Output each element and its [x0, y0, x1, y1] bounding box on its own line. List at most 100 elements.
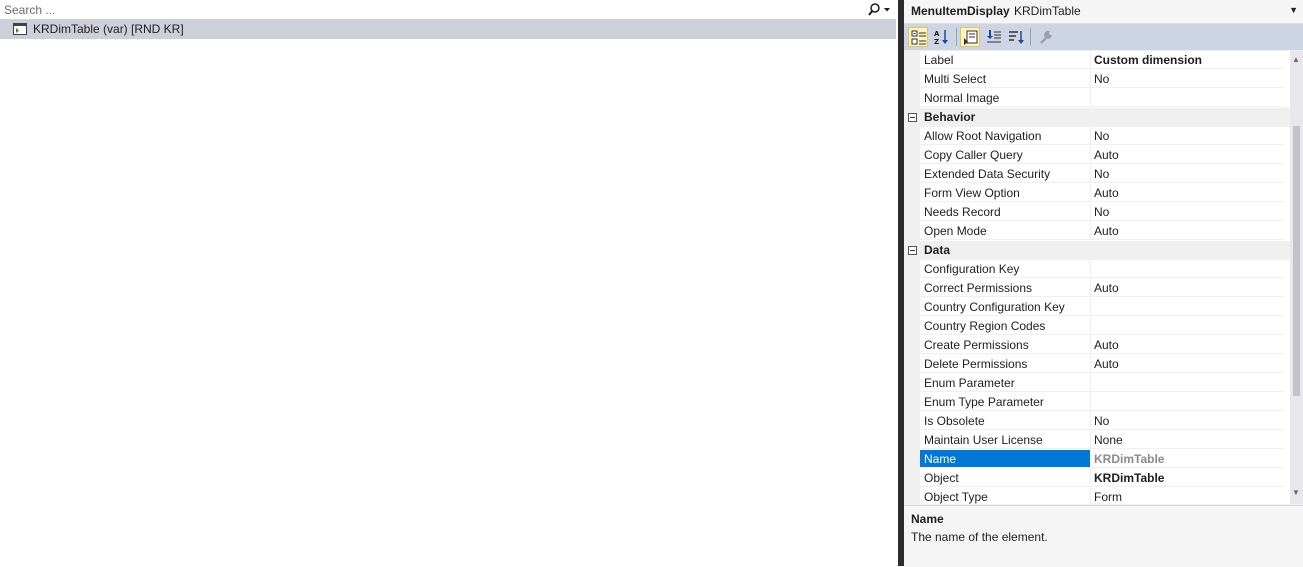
property-value[interactable]: No — [1091, 412, 1284, 430]
svg-text:Z: Z — [934, 38, 939, 45]
property-row-object-type[interactable]: Object Type Form — [904, 488, 1290, 504]
property-row-delete-permissions[interactable]: Delete Permissions Auto — [904, 355, 1290, 374]
property-value[interactable]: No — [1091, 165, 1284, 183]
svg-text:A: A — [934, 30, 940, 38]
property-value[interactable]: Custom dimension — [1091, 51, 1284, 69]
property-value[interactable]: Auto — [1091, 355, 1284, 373]
property-name[interactable]: Enum Parameter — [920, 374, 1091, 392]
property-row-create-permissions[interactable]: Create Permissions Auto — [904, 336, 1290, 355]
property-value[interactable] — [1091, 393, 1284, 411]
row-margin — [904, 89, 920, 108]
tree-item-krdimtable[interactable]: KRDimTable (var) [RND KR] — [0, 20, 896, 39]
property-name[interactable]: Form View Option — [920, 184, 1091, 202]
property-name[interactable]: Extended Data Security — [920, 165, 1091, 183]
property-row-allow-root-navigation[interactable]: Allow Root Navigation No — [904, 127, 1290, 146]
property-name[interactable]: Open Mode — [920, 222, 1091, 240]
property-row-enum-type-parameter[interactable]: Enum Type Parameter — [904, 393, 1290, 412]
property-row-enum-parameter[interactable]: Enum Parameter — [904, 374, 1290, 393]
property-value[interactable]: No — [1091, 70, 1284, 88]
property-row-needs-record[interactable]: Needs Record No — [904, 203, 1290, 222]
property-row-is-obsolete[interactable]: Is Obsolete No — [904, 412, 1290, 431]
property-value[interactable] — [1091, 260, 1284, 278]
property-name[interactable]: Label — [920, 51, 1091, 69]
collapse-icon[interactable] — [908, 246, 917, 255]
property-name[interactable]: Object — [920, 469, 1091, 487]
object-selector[interactable]: MenuItemDisplay KRDimTable ▼ — [904, 0, 1303, 24]
chevron-down-icon[interactable]: ▼ — [1289, 5, 1298, 15]
property-row-object[interactable]: Object KRDimTable — [904, 469, 1290, 488]
property-name[interactable]: Needs Record — [920, 203, 1091, 221]
row-margin — [904, 393, 920, 412]
property-name[interactable]: Copy Caller Query — [920, 146, 1091, 164]
object-name: KRDimTable — [1014, 4, 1081, 18]
property-row-maintain-user-license[interactable]: Maintain User License None — [904, 431, 1290, 450]
search-input[interactable] — [4, 1, 854, 18]
property-name[interactable]: Is Obsolete — [920, 412, 1091, 430]
property-row-country-configuration-key[interactable]: Country Configuration Key — [904, 298, 1290, 317]
row-margin — [904, 127, 920, 146]
property-row-copy-caller-query[interactable]: Copy Caller Query Auto — [904, 146, 1290, 165]
property-value[interactable]: KRDimTable — [1091, 450, 1284, 468]
sort-button[interactable] — [1006, 27, 1026, 47]
property-name[interactable]: Configuration Key — [920, 260, 1091, 278]
toolbar-separator — [956, 28, 957, 46]
property-name[interactable]: Name — [920, 450, 1091, 468]
property-row-open-mode[interactable]: Open Mode Auto — [904, 222, 1290, 241]
property-name[interactable]: Object Type — [920, 488, 1091, 504]
category-behavior[interactable]: Behavior — [904, 108, 1290, 127]
property-value[interactable]: Auto — [1091, 184, 1284, 202]
property-pages-disabled-button[interactable] — [1036, 27, 1056, 47]
property-value[interactable]: Auto — [1091, 222, 1284, 240]
property-value[interactable] — [1091, 89, 1284, 107]
row-margin — [904, 165, 920, 184]
property-name[interactable]: Delete Permissions — [920, 355, 1091, 373]
scrollbar-thumb[interactable] — [1293, 126, 1300, 396]
property-row-label[interactable]: Label Custom dimension — [904, 51, 1290, 70]
collapse-icon[interactable] — [908, 113, 917, 122]
property-value[interactable]: None — [1091, 431, 1284, 449]
property-name[interactable]: Country Configuration Key — [920, 298, 1091, 316]
property-name[interactable]: Allow Root Navigation — [920, 127, 1091, 145]
property-row-configuration-key[interactable]: Configuration Key — [904, 260, 1290, 279]
scroll-up-icon[interactable]: ▲ — [1292, 55, 1300, 64]
property-value[interactable]: Auto — [1091, 336, 1284, 354]
property-row-extended-data-security[interactable]: Extended Data Security No — [904, 165, 1290, 184]
categorized-button[interactable] — [908, 27, 928, 47]
row-margin — [904, 431, 920, 450]
property-name[interactable]: Multi Select — [920, 70, 1091, 88]
property-value[interactable]: No — [1091, 203, 1284, 221]
property-name[interactable]: Enum Type Parameter — [920, 393, 1091, 411]
property-value[interactable]: Auto — [1091, 146, 1284, 164]
property-row-multi-select[interactable]: Multi Select No — [904, 70, 1290, 89]
row-margin — [904, 488, 920, 504]
property-value[interactable] — [1091, 317, 1284, 335]
property-value[interactable]: No — [1091, 127, 1284, 145]
row-margin — [904, 51, 920, 70]
property-row-normal-image[interactable]: Normal Image — [904, 89, 1290, 108]
alphabetical-button[interactable]: A Z — [932, 27, 952, 47]
property-pages-button[interactable] — [960, 27, 980, 47]
property-name[interactable]: Normal Image — [920, 89, 1091, 107]
property-value[interactable]: KRDimTable — [1091, 469, 1284, 487]
property-name[interactable]: Country Region Codes — [920, 317, 1091, 335]
property-grid-scrollbar[interactable]: ▲ ▼ — [1290, 51, 1303, 504]
property-value[interactable]: Auto — [1091, 279, 1284, 297]
description-panel: Name The name of the element. — [904, 505, 1303, 567]
row-margin — [904, 184, 920, 203]
property-value[interactable] — [1091, 298, 1284, 316]
property-row-name[interactable]: Name KRDimTable — [904, 450, 1290, 469]
scroll-down-icon[interactable]: ▼ — [1292, 488, 1300, 497]
property-name[interactable]: Create Permissions — [920, 336, 1091, 354]
property-row-form-view-option[interactable]: Form View Option Auto — [904, 184, 1290, 203]
row-margin — [904, 222, 920, 241]
events-button[interactable] — [984, 27, 1004, 47]
property-name[interactable]: Maintain User License — [920, 431, 1091, 449]
property-row-correct-permissions[interactable]: Correct Permissions Auto — [904, 279, 1290, 298]
property-name[interactable]: Correct Permissions — [920, 279, 1091, 297]
row-margin — [904, 336, 920, 355]
property-value[interactable]: Form — [1091, 488, 1284, 504]
property-row-country-region-codes[interactable]: Country Region Codes — [904, 317, 1290, 336]
category-data[interactable]: Data — [904, 241, 1290, 260]
property-value[interactable] — [1091, 374, 1284, 392]
search-button[interactable] — [867, 2, 893, 17]
